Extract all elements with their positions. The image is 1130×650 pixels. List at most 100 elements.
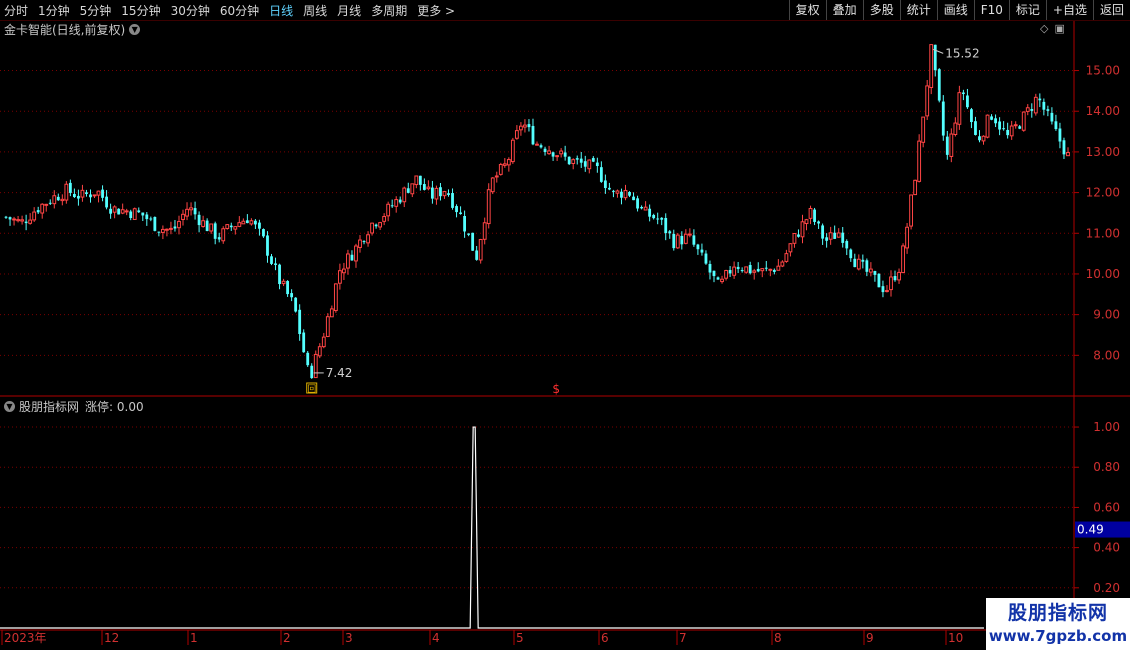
- candle: [1050, 107, 1054, 125]
- candle-body: [439, 187, 442, 197]
- candle-body: [599, 167, 603, 182]
- candle-body: [539, 145, 543, 148]
- candle: [394, 196, 399, 213]
- candle: [929, 44, 934, 95]
- candle: [877, 273, 881, 288]
- candle-body: [233, 226, 238, 230]
- candle-body: [1033, 96, 1038, 114]
- candle-body: [270, 256, 273, 264]
- candle-body: [56, 196, 60, 201]
- candle-body: [981, 135, 986, 142]
- candle: [612, 189, 615, 198]
- candle-body: [551, 152, 555, 157]
- candle-body: [337, 270, 342, 284]
- candle-body: [970, 109, 973, 123]
- candle: [274, 257, 277, 271]
- candle-body: [905, 226, 909, 249]
- candle-body: [868, 268, 873, 273]
- candle-body: [768, 268, 773, 271]
- candle-body: [329, 308, 334, 318]
- candle-body: [414, 175, 419, 186]
- candle: [4, 215, 8, 219]
- candle-body: [1013, 124, 1018, 127]
- candle: [1018, 124, 1022, 130]
- candle-body: [752, 270, 757, 273]
- indicator-tick-label: 0.80: [1093, 460, 1120, 474]
- candle-body: [893, 276, 897, 281]
- candle-body: [274, 263, 277, 265]
- candle-body: [48, 202, 52, 204]
- candle-body: [85, 192, 88, 195]
- candle-body: [442, 191, 447, 197]
- candle: [310, 363, 314, 379]
- candle-body: [909, 194, 914, 227]
- candle: [615, 189, 620, 198]
- candle-body: [877, 273, 881, 288]
- candle-body: [149, 218, 153, 220]
- candle: [1006, 122, 1010, 139]
- candle: [856, 254, 861, 271]
- candle: [716, 276, 720, 280]
- candle-body: [567, 156, 571, 165]
- candle: [836, 228, 841, 238]
- candle: [941, 95, 945, 141]
- candle: [213, 221, 217, 245]
- candle-body: [563, 152, 567, 157]
- candle-body: [346, 253, 350, 269]
- candle-body: [490, 177, 495, 193]
- candle: [302, 329, 306, 353]
- candle-body: [692, 235, 696, 245]
- time-axis-label: 3: [345, 631, 353, 645]
- candle: [60, 194, 65, 206]
- watermark-url: www.7gpzb.com: [988, 627, 1128, 645]
- candle-body: [109, 208, 113, 214]
- candle: [708, 260, 712, 280]
- time-axis-label: 5: [516, 631, 524, 645]
- candle: [1042, 98, 1046, 116]
- candle: [680, 231, 684, 250]
- chevron-down-icon[interactable]: ▼: [4, 400, 15, 412]
- candle: [990, 114, 993, 121]
- candle: [205, 218, 209, 232]
- candle: [788, 243, 793, 257]
- candle: [579, 151, 583, 168]
- candle: [970, 107, 973, 129]
- candle: [957, 85, 962, 130]
- candle-body: [966, 95, 969, 108]
- candle: [333, 283, 338, 313]
- indicator-tick-label: 0.20: [1093, 581, 1120, 595]
- candle-body: [571, 159, 576, 164]
- candle: [346, 249, 350, 275]
- candle-body: [506, 159, 511, 166]
- candle: [724, 269, 728, 281]
- kline-and-indicator-chart[interactable]: 8.009.0010.0011.0012.0013.0014.0015.000.…: [0, 0, 1130, 650]
- candle-body: [836, 232, 841, 238]
- candle-body: [333, 283, 338, 312]
- candle: [792, 232, 797, 248]
- candle-body: [756, 268, 760, 272]
- candle-body: [620, 191, 623, 198]
- candle: [16, 215, 20, 223]
- candle: [1025, 104, 1030, 116]
- candle-body: [16, 219, 20, 222]
- candle: [998, 117, 1002, 136]
- candle-body: [861, 259, 865, 262]
- price-tick-label: 9.00: [1093, 308, 1120, 322]
- candle-body: [704, 253, 708, 264]
- candle: [740, 267, 744, 273]
- indicator-title: ▼ 股朋指标网 涨停: 0.00: [4, 398, 144, 414]
- candle: [732, 261, 737, 279]
- candle: [683, 229, 688, 245]
- candle-body: [788, 243, 793, 253]
- candle: [451, 188, 454, 210]
- candle-body: [921, 116, 926, 143]
- candle-body: [254, 220, 257, 225]
- candle: [648, 204, 652, 222]
- candle-body: [849, 249, 853, 259]
- candle: [921, 116, 926, 148]
- candle-body: [833, 232, 837, 239]
- candle: [24, 214, 28, 231]
- candle: [398, 196, 402, 205]
- candle-body: [994, 118, 997, 124]
- candle-body: [555, 155, 560, 158]
